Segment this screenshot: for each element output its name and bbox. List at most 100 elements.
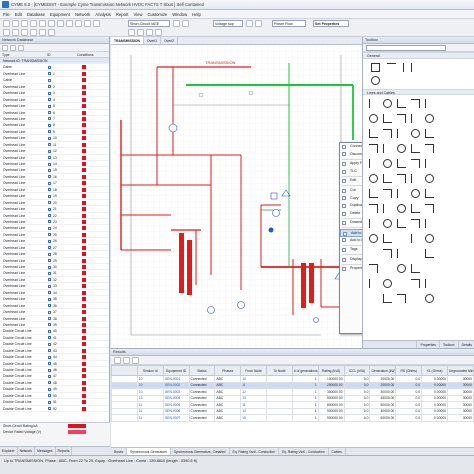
element-checkbox[interactable] <box>48 387 51 391</box>
load-icon[interactable] <box>48 29 55 36</box>
element-checkbox[interactable] <box>48 239 51 243</box>
line-symbol-icon[interactable] <box>425 189 434 198</box>
line-symbol-icon[interactable] <box>397 249 406 258</box>
line-symbol-icon[interactable] <box>383 279 392 288</box>
menu-item-customize[interactable]: Customize <box>147 12 167 17</box>
line-symbol-icon[interactable] <box>383 129 392 138</box>
print-icon[interactable] <box>123 357 130 364</box>
menu-item-edit[interactable]: Edit <box>15 12 22 17</box>
flow-combo[interactable]: Power Flow <box>272 20 306 27</box>
line-symbol-icon[interactable] <box>411 174 420 183</box>
redo-icon[interactable] <box>48 20 55 27</box>
line-symbol-icon[interactable] <box>425 249 434 258</box>
element-checkbox[interactable] <box>48 136 51 140</box>
tab-properties[interactable]: Properties <box>416 341 438 348</box>
transformer-icon[interactable] <box>30 29 37 36</box>
element-checkbox[interactable] <box>48 149 51 153</box>
line-symbol-icon[interactable] <box>425 294 434 303</box>
line-symbol-icon[interactable] <box>383 159 392 168</box>
line-symbol-icon[interactable] <box>383 204 392 213</box>
open-folder-icon[interactable] <box>12 20 19 27</box>
column-header[interactable] <box>111 365 138 376</box>
element-checkbox[interactable] <box>48 278 51 282</box>
element-checkbox[interactable] <box>48 252 51 256</box>
line-symbol-icon[interactable] <box>383 294 392 303</box>
align-right-icon[interactable] <box>146 29 153 36</box>
line-symbol-icon[interactable] <box>383 144 392 153</box>
line-symbol-icon[interactable] <box>369 279 378 288</box>
column-header[interactable]: Rating (kVA) <box>317 365 345 376</box>
line-symbol-icon[interactable] <box>383 249 392 258</box>
line-symbol-icon[interactable] <box>369 129 378 138</box>
line-symbol-icon[interactable] <box>369 144 378 153</box>
element-checkbox[interactable] <box>48 336 51 340</box>
element-checkbox[interactable] <box>48 65 51 69</box>
pan-icon[interactable] <box>93 20 100 27</box>
col-id[interactable]: ID <box>45 52 75 57</box>
voltage-combo[interactable]: Voltage sup <box>213 20 243 27</box>
element-checkbox[interactable] <box>48 72 51 76</box>
run-icon[interactable] <box>173 20 180 27</box>
element-checkbox[interactable] <box>48 201 51 205</box>
line-symbol-icon[interactable] <box>383 234 392 243</box>
column-header[interactable]: # of generations <box>291 365 319 376</box>
line-symbol-icon[interactable] <box>411 144 420 153</box>
element-checkbox[interactable] <box>48 271 51 275</box>
element-checkbox[interactable] <box>48 207 51 211</box>
line-symbol-icon[interactable] <box>397 129 406 138</box>
element-checkbox[interactable] <box>48 85 51 89</box>
align-left-icon[interactable] <box>128 29 135 36</box>
line-symbol-icon[interactable] <box>369 114 378 123</box>
line-symbol-icon[interactable] <box>397 144 406 153</box>
print-icon[interactable] <box>30 20 37 27</box>
element-checkbox[interactable] <box>48 98 51 102</box>
doc-tab-transmission[interactable]: TRANSMISSION <box>111 37 144 44</box>
element-checkbox[interactable] <box>48 104 51 108</box>
element-checkbox[interactable] <box>48 349 51 353</box>
paste-icon[interactable] <box>75 20 82 27</box>
line-symbol-icon[interactable] <box>383 174 392 183</box>
line-symbol-icon[interactable] <box>411 264 420 273</box>
line-symbol-icon[interactable] <box>369 189 378 198</box>
element-checkbox[interactable] <box>48 400 51 404</box>
settings-icon[interactable] <box>246 20 253 27</box>
stop-icon[interactable] <box>182 20 189 27</box>
line-symbol-icon[interactable] <box>383 99 392 108</box>
element-checkbox[interactable] <box>48 111 51 114</box>
results-tab[interactable]: Eq. Rating Vsrtl - Conduction <box>230 448 280 455</box>
line-symbol-icon[interactable] <box>369 174 378 183</box>
column-header[interactable]: Section Id <box>136 365 164 376</box>
element-checkbox[interactable] <box>48 175 51 179</box>
line-symbol-icon[interactable] <box>411 129 420 138</box>
line-symbol-icon[interactable] <box>425 144 434 153</box>
line-symbol-icon[interactable] <box>369 234 378 243</box>
element-checkbox[interactable] <box>48 143 51 147</box>
element-checkbox[interactable] <box>48 291 51 295</box>
column-header[interactable]: Ungrounded Min (V) <box>446 365 474 376</box>
line-symbol-icon[interactable] <box>383 219 392 228</box>
element-checkbox[interactable] <box>48 130 51 134</box>
filter-icon[interactable] <box>132 357 139 364</box>
element-checkbox[interactable] <box>48 265 51 269</box>
cut-icon[interactable] <box>57 20 64 27</box>
line-symbol-icon[interactable] <box>425 204 434 213</box>
line-symbol-icon[interactable] <box>397 174 406 183</box>
element-checkbox[interactable] <box>48 226 51 230</box>
column-header[interactable]: Phases <box>214 365 242 376</box>
line-symbol-icon[interactable] <box>383 114 392 123</box>
line-symbol-icon[interactable] <box>425 159 434 168</box>
menu-item-help[interactable]: Help <box>192 12 201 17</box>
line-symbol-icon[interactable] <box>369 159 378 168</box>
study-combo[interactable]: Short-Circuit IAEE <box>128 20 170 27</box>
menu-item-window[interactable]: Window <box>172 12 187 17</box>
column-header[interactable]: From Node <box>240 365 268 376</box>
element-checkbox[interactable] <box>48 297 51 301</box>
line-symbol-icon[interactable] <box>425 279 434 288</box>
line-symbol-icon[interactable] <box>397 204 406 213</box>
line-symbol-icon[interactable] <box>397 294 406 303</box>
set-properties-button[interactable]: Set Properties <box>313 20 349 27</box>
node-symbol-icon[interactable] <box>387 62 396 72</box>
line-symbol-icon[interactable] <box>411 279 420 288</box>
menu-item-report[interactable]: Report <box>116 12 129 17</box>
line-symbol-icon[interactable] <box>411 189 420 198</box>
